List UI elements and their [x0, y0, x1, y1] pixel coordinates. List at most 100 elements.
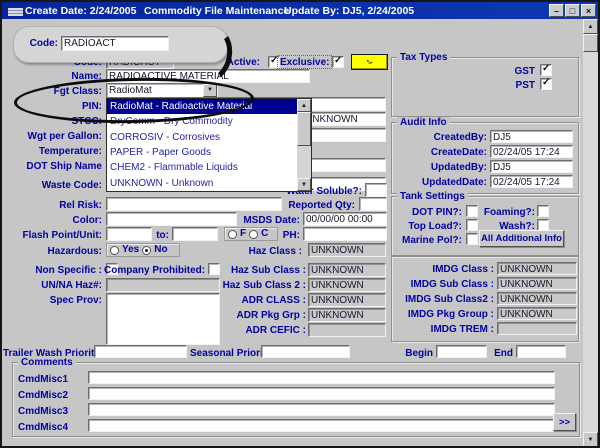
name-input[interactable]: RADIOACTIVE MATERIAL	[106, 69, 310, 83]
imdg-pkg-group-label: IMDG Pkg Group :	[396, 309, 494, 320]
gst-checkbox[interactable]: ✓	[540, 64, 552, 76]
haz-sub-class-label2: Haz Sub Class :	[226, 265, 306, 276]
audit-info-title: Audit Info	[397, 117, 450, 128]
scroll-down-icon[interactable]: ▼	[297, 178, 311, 191]
water-soluble-input[interactable]	[365, 183, 387, 197]
temperature-label: Temperature:	[6, 146, 102, 157]
titlebar-update-by: Update By: DJ5, 2/24/2005	[284, 5, 414, 17]
cmdmisc1-input[interactable]	[88, 371, 555, 384]
more-button[interactable]: >>	[553, 413, 576, 431]
flash-point-label: Flash Point/Unit:	[2, 230, 102, 241]
tank-settings-title: Tank Settings	[397, 191, 468, 202]
dot-pin-checkbox[interactable]	[466, 205, 478, 217]
dropdown-option[interactable]: UNKNOWN - Unknown	[107, 176, 311, 191]
check-icon: ✓	[542, 63, 550, 75]
non-specific-label: Non Specific :	[6, 265, 102, 276]
radio-celsius[interactable]	[249, 230, 258, 239]
seasonal-priority-input[interactable]	[261, 345, 350, 358]
created-by-input[interactable]: DJ5	[490, 130, 573, 143]
scroll-up-icon[interactable]: ▲	[583, 19, 598, 34]
pst-checkbox[interactable]: ✓	[540, 78, 552, 90]
cmdmisc2-label: CmdMisc2	[18, 390, 78, 401]
marine-pol-checkbox[interactable]	[466, 233, 478, 245]
fgt-class-combobox[interactable]: RadioMat ▼	[106, 83, 218, 98]
tax-types-title: Tax Types	[397, 52, 450, 63]
reported-qty-label: Reported Qty:	[245, 200, 355, 211]
exclusive-checkbox[interactable]: ✓	[332, 56, 344, 68]
updated-by-input[interactable]: DJ5	[490, 160, 573, 173]
haz-sub-class-2-input: UNKNOWN	[308, 278, 386, 292]
waste-code-label: Waste Code:	[6, 180, 102, 191]
fgt-class-label: Fgt Class:	[30, 86, 102, 97]
top-load-checkbox[interactable]	[466, 219, 478, 231]
close-button[interactable]: ×	[581, 4, 596, 17]
all-additional-info-button[interactable]: All Additional Info	[479, 230, 564, 247]
dropdown-scrollbar-thumb[interactable]	[297, 112, 311, 146]
flash-point-to-label: to:	[152, 230, 169, 241]
comments-title: Comments	[18, 357, 76, 368]
msds-date-label: MSDS Date:	[190, 215, 300, 226]
create-date-input[interactable]: 02/24/05 17:24	[490, 145, 573, 158]
dropdown-option[interactable]: CORROSIV - Corrosives	[107, 130, 311, 145]
created-by-label: CreatedBy:	[396, 132, 487, 143]
dot-ship-name-label: DOT Ship Name	[6, 161, 102, 172]
titlebar[interactable]: Create Date: 2/24/2005 Commodity File Ma…	[2, 2, 598, 19]
chevron-down-icon[interactable]: ▼	[203, 84, 217, 97]
close-icon: ×	[586, 6, 591, 16]
key-code-input[interactable]: RADIOACT	[61, 36, 169, 51]
gst-label: GST	[480, 66, 535, 77]
main-scrollbar[interactable]: ▲ ▼	[583, 19, 598, 447]
ph-input[interactable]	[303, 227, 387, 241]
note-icon: ♪	[364, 58, 375, 65]
main-scrollbar-thumb[interactable]	[583, 34, 598, 52]
imdg-class-input: UNKNOWN	[497, 262, 577, 275]
app-icon	[8, 8, 23, 16]
reported-qty-input[interactable]	[359, 197, 387, 211]
rel-risk-label: Rel Risk:	[6, 200, 102, 211]
fgt-class-dropdown-list[interactable]: RadioMat - Radioactive Material DryComm …	[106, 98, 312, 192]
celsius-label: C	[261, 229, 268, 239]
company-prohibited-label: Company Prohibited:	[104, 265, 204, 276]
scroll-up-icon[interactable]: ▲	[297, 99, 311, 112]
dropdown-option[interactable]: CHEM2 - Flammable Liquids	[107, 160, 311, 175]
wgt-per-gallon-label: Wgt per Gallon:	[6, 131, 102, 142]
yes-label: Yes	[122, 245, 139, 255]
window-title: Commodity File Maintenance	[144, 5, 289, 17]
fgt-class-value: RadioMat	[109, 85, 152, 96]
radio-fahrenheit[interactable]	[228, 230, 237, 239]
cmdmisc2-input[interactable]	[88, 387, 555, 400]
dot-pin-label: DOT PIN?:	[396, 207, 462, 218]
msds-date-input[interactable]: 00/00/00 00:00	[303, 212, 387, 226]
dropdown-option[interactable]: DryComm - Dry Commodity	[107, 114, 311, 129]
note-button[interactable]: ♪	[351, 54, 388, 70]
begin-input[interactable]	[436, 345, 487, 358]
adr-cefic-label: ADR CEFIC :	[196, 325, 306, 336]
updated-date-input[interactable]: 02/24/05 17:24	[490, 175, 573, 188]
radio-yes[interactable]	[110, 246, 119, 255]
company-prohibited-checkbox[interactable]	[208, 263, 220, 275]
dropdown-option-selected[interactable]: RadioMat - Radioactive Material	[107, 99, 311, 114]
foaming-checkbox[interactable]	[537, 205, 549, 217]
radio-no[interactable]	[142, 246, 151, 255]
end-input[interactable]	[516, 345, 566, 358]
marine-pol-label: Marine Pol?:	[396, 235, 462, 246]
trailer-wash-priority-input[interactable]	[94, 345, 187, 358]
end-label: End	[489, 348, 513, 359]
maximize-button[interactable]: □	[565, 4, 580, 17]
minimize-icon: –	[554, 6, 559, 16]
flash-point-to-input[interactable]	[172, 227, 218, 241]
dropdown-scrollbar[interactable]: ▲ ▼	[297, 99, 311, 191]
cmdmisc3-input[interactable]	[88, 403, 555, 416]
cmdmisc3-label: CmdMisc3	[18, 406, 78, 417]
hazardous-radio-group[interactable]: Yes No	[106, 243, 180, 257]
color-label: Color:	[6, 215, 102, 226]
flash-point-input[interactable]	[106, 227, 152, 241]
top-load-label: Top Load?:	[396, 221, 462, 232]
haz-class-label: Haz Class :	[196, 246, 302, 257]
scroll-down-icon[interactable]: ▼	[583, 432, 598, 447]
minimize-button[interactable]: –	[549, 4, 564, 17]
cmdmisc4-input[interactable]	[88, 419, 555, 432]
dropdown-option[interactable]: PAPER - Paper Goods	[107, 145, 311, 160]
imdg-class-label: IMDG Class :	[396, 264, 494, 275]
name-label: Name:	[30, 71, 102, 82]
